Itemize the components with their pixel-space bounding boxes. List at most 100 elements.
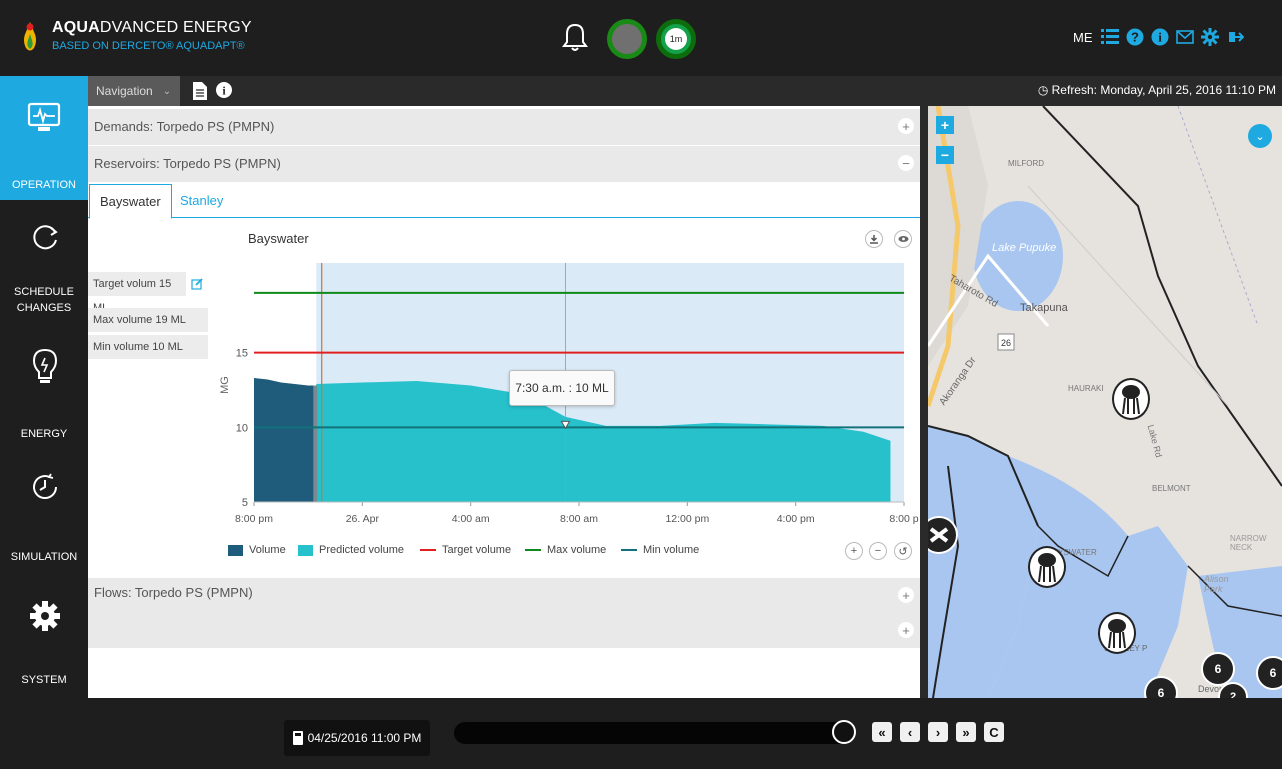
y-tick-label: 10: [236, 422, 248, 434]
document-icon[interactable]: [193, 82, 207, 100]
x-tick-label: 8:00 p: [889, 513, 918, 525]
sidebar-item-operation[interactable]: OPERATION: [0, 76, 88, 200]
map-view[interactable]: 26 + − ⌄ Lake Pupuke Takapuna Taharoto R…: [928, 106, 1282, 698]
collapse-minus-button[interactable]: −: [898, 155, 914, 171]
refresh-interval-indicator[interactable]: 1m: [656, 19, 696, 59]
min-volume-spec: Min volume 10 ML: [88, 335, 208, 359]
x-tick-label: 8:00 am: [560, 513, 598, 525]
refresh-icon: [33, 225, 58, 250]
pump-icon: [929, 527, 949, 543]
sidebar-item-system[interactable]: SYSTEM: [0, 576, 88, 698]
reservoir-marker[interactable]: [1028, 546, 1066, 588]
legend-line: [621, 549, 637, 551]
reservoir-marker[interactable]: [1112, 378, 1150, 420]
date-display[interactable]: 04/25/2016 11:00 PM: [284, 720, 430, 756]
tab-bayswater[interactable]: Bayswater: [89, 184, 172, 219]
sidebar-item-energy[interactable]: ENERGY: [0, 328, 88, 452]
reset-zoom-button[interactable]: ↺: [894, 542, 912, 560]
legend-predicted-volume[interactable]: Predicted volume: [298, 544, 404, 556]
eye-icon: [898, 236, 908, 242]
water-tower-icon: [1122, 385, 1140, 414]
logo-drop-icon: [24, 22, 36, 51]
bell-icon[interactable]: [562, 22, 588, 52]
legend-max-volume[interactable]: Max volume: [525, 544, 606, 556]
map-label: Takapuna: [1020, 302, 1068, 314]
skip-forward-button[interactable]: »: [956, 722, 976, 742]
lightbulb-icon: [32, 348, 58, 383]
flows-panel-header[interactable]: Flows: Torpedo PS (PMPN) + +: [88, 578, 920, 648]
tab-stanley[interactable]: Stanley: [170, 184, 233, 217]
x-tick-label: 4:00 pm: [777, 513, 815, 525]
map-zoom-out-button[interactable]: −: [936, 146, 954, 164]
visibility-button[interactable]: [894, 230, 912, 248]
map-splitter[interactable]: [920, 106, 928, 698]
user-initials[interactable]: ME: [1073, 30, 1093, 45]
demands-panel-header[interactable]: Demands: Torpedo PS (PMPN) +: [88, 109, 920, 145]
cluster-marker[interactable]: 6: [1201, 652, 1235, 686]
reservoir-marker[interactable]: [1098, 612, 1136, 654]
chart-title: Bayswater: [248, 231, 309, 246]
sidebar-item-simulation[interactable]: SIMULATION: [0, 452, 88, 576]
monitor-icon: [27, 102, 61, 131]
legend-target-volume[interactable]: Target volume: [420, 544, 511, 556]
help-icon[interactable]: ?: [1126, 28, 1144, 46]
map-label: Lake Pupuke: [992, 242, 1057, 254]
water-tower-icon: [1108, 619, 1126, 648]
map-canvas: 26: [928, 106, 1282, 698]
reservoirs-panel-header[interactable]: Reservoirs: Torpedo PS (PMPN) −: [88, 146, 920, 182]
expand-plus-button[interactable]: +: [898, 587, 914, 603]
sidebar-item-schedule-changes[interactable]: SCHEDULE CHANGES: [0, 200, 88, 328]
info-circle-icon[interactable]: i: [216, 82, 232, 98]
zoom-in-button[interactable]: +: [845, 542, 863, 560]
info-icon[interactable]: i: [1151, 28, 1169, 46]
expand-plus-button[interactable]: +: [898, 622, 914, 638]
map-zoom-in-button[interactable]: +: [936, 116, 954, 134]
sidebar-item-label: SIMULATION: [10, 551, 78, 563]
map-layers-toggle[interactable]: ⌄: [1248, 124, 1272, 148]
cluster-marker[interactable]: 6: [1256, 656, 1282, 690]
timeline-slider[interactable]: [454, 722, 850, 744]
legend-min-volume[interactable]: Min volume: [621, 544, 699, 556]
sidebar-item-label: ENERGY: [20, 428, 68, 440]
x-tick-label: 26. Apr: [346, 513, 380, 525]
refresh-now-button[interactable]: C: [984, 722, 1004, 742]
chart-tooltip: 7:30 a.m. : 10 ML: [509, 370, 615, 406]
map-label: HAURAKI: [1068, 384, 1104, 393]
chevron-down-icon: ⌄: [162, 85, 172, 97]
legend-volume[interactable]: Volume: [228, 544, 286, 556]
clock-icon: [33, 473, 58, 499]
x-tick-label: 8:00 pm: [235, 513, 273, 525]
x-tick-label: 4:00 am: [452, 513, 490, 525]
list-icon[interactable]: [1101, 28, 1119, 46]
connection-status-indicator[interactable]: [607, 19, 647, 59]
reservoirs-panel-title: Reservoirs: Torpedo PS (PMPN): [94, 156, 281, 171]
volume-area: [254, 378, 317, 502]
zoom-out-button[interactable]: −: [869, 542, 887, 560]
timeline-slider-handle[interactable]: [832, 720, 856, 744]
mail-icon[interactable]: [1176, 28, 1194, 46]
legend-line: [525, 549, 541, 551]
expand-plus-button[interactable]: +: [898, 118, 914, 134]
sidebar-item-label: OPERATION: [12, 179, 76, 191]
y-axis-label: MG: [219, 376, 231, 394]
step-back-button[interactable]: ‹: [900, 722, 920, 742]
legend-line: [420, 549, 436, 551]
navigation-select[interactable]: Navigation ⌄: [88, 76, 180, 106]
target-volume-spec: Target volum 15 ML: [88, 272, 186, 314]
logout-icon[interactable]: [1226, 28, 1244, 46]
flows-panel-title: Flows: Torpedo PS (PMPN): [94, 585, 253, 600]
svg-text:?: ?: [1131, 30, 1139, 45]
water-tower-icon: [1038, 553, 1056, 582]
brand-title: AQUADVANCED ENERGY: [52, 19, 252, 36]
map-road-number: 26: [1001, 338, 1011, 348]
brand-subtitle: BASED ON DERCETO® AQUADAPT®: [52, 40, 245, 52]
settings-icon[interactable]: [1201, 28, 1219, 46]
max-volume-spec: Max volume 19 ML: [88, 308, 208, 332]
map-label: NARROW NECK: [1230, 534, 1267, 552]
download-button[interactable]: [865, 230, 883, 248]
calculator-icon: [292, 731, 303, 745]
step-forward-button[interactable]: ›: [928, 722, 948, 742]
y-tick-label: 15: [236, 348, 248, 360]
skip-back-button[interactable]: «: [872, 722, 892, 742]
demands-panel-title: Demands: Torpedo PS (PMPN): [94, 119, 275, 134]
